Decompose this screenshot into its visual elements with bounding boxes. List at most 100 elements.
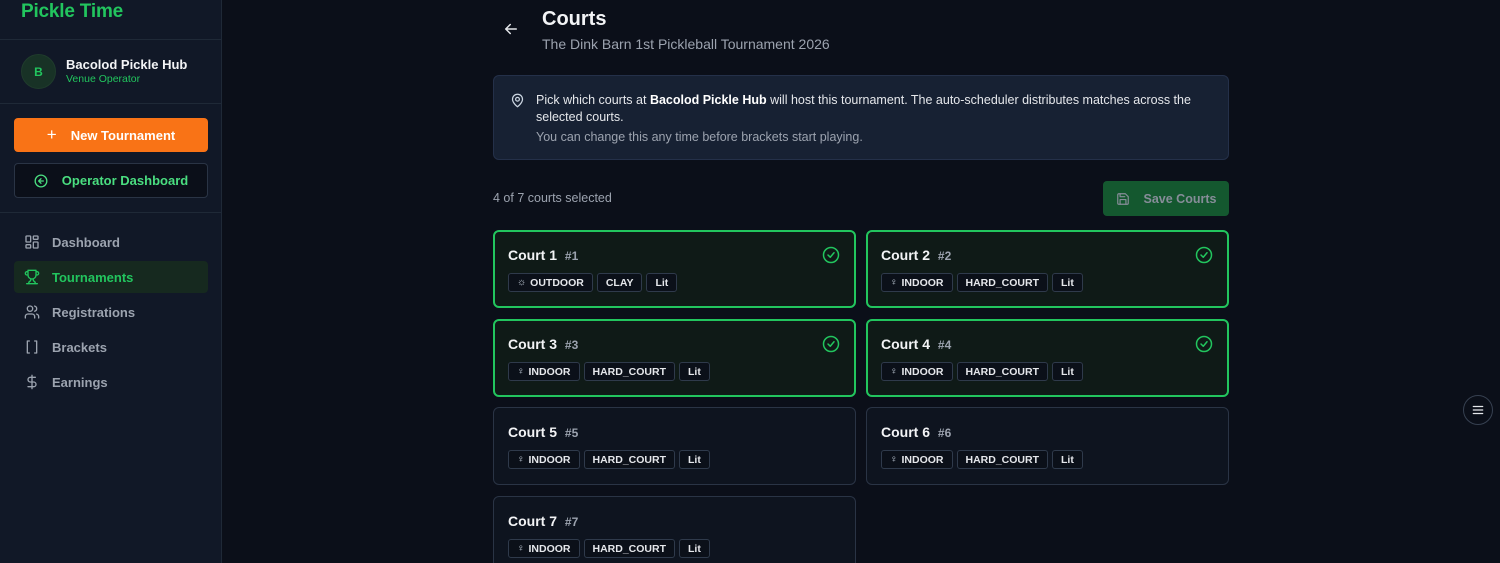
court-name: Court 7 #7 <box>508 513 579 529</box>
operator-dashboard-button[interactable]: Operator Dashboard <box>14 163 208 198</box>
menu-icon <box>1472 405 1484 415</box>
court-tag: Lit <box>679 539 710 558</box>
court-tags: ♀ INDOOR HARD_COURT Lit <box>508 362 714 381</box>
sidebar-item-label: Earnings <box>52 374 108 390</box>
court-tags: ♀ INDOOR HARD_COURT Lit <box>881 450 1087 469</box>
arrow-left-icon <box>505 23 517 35</box>
venue-role: Venue Operator <box>66 73 141 85</box>
court-card[interactable]: Court 2 #2 ♀ INDOOR HARD_COURT Lit <box>866 230 1229 308</box>
court-tag: HARD_COURT <box>583 450 675 469</box>
venue-name: Bacolod Pickle Hub <box>66 57 188 72</box>
bulb-icon: ♀ <box>517 543 525 554</box>
sidebar-item-registrations[interactable]: Registrations <box>14 296 208 328</box>
court-number: #6 <box>937 426 952 440</box>
users-icon <box>24 305 40 319</box>
court-tags: ♀ INDOOR HARD_COURT Lit <box>508 450 714 469</box>
court-tag: HARD_COURT <box>956 450 1048 469</box>
check-circle-icon <box>822 335 840 358</box>
new-tournament-label: New Tournament <box>70 127 176 143</box>
sidebar-item-brackets[interactable]: Brackets <box>14 331 208 363</box>
court-tag: ♀ INDOOR <box>881 362 953 381</box>
court-tags: ♀ INDOOR HARD_COURT Lit <box>508 539 714 558</box>
court-number: #2 <box>937 249 952 263</box>
sidebar-item-label: Tournaments <box>52 269 134 285</box>
court-tag: ☼ OUTDOOR <box>508 273 593 292</box>
court-name: Court 6 #6 <box>881 424 952 440</box>
sidebar-item-label: Registrations <box>52 304 136 320</box>
sidebar-item-earnings[interactable]: Earnings <box>14 366 208 398</box>
sidebar: Pickle Time B Bacolod Pickle Hub Venue O… <box>0 0 222 563</box>
court-number: #7 <box>564 515 579 529</box>
dashboard-icon <box>25 235 39 249</box>
trophy-icon <box>24 269 40 285</box>
court-tag: ♀ INDOOR <box>508 539 580 558</box>
court-tags: ♀ INDOOR HARD_COURT Lit <box>881 362 1087 381</box>
sidebar-item-label: Dashboard <box>52 234 120 250</box>
court-card[interactable]: Court 7 #7 ♀ INDOOR HARD_COURT Lit <box>493 496 856 563</box>
dollar-icon <box>27 374 37 390</box>
arrow-left-circle-icon <box>34 174 48 187</box>
court-card[interactable]: Court 1 #1 ☼ OUTDOOR CLAY Lit <box>493 230 856 308</box>
bulb-icon: ♀ <box>890 277 898 288</box>
court-name: Court 3 #3 <box>508 336 579 352</box>
court-tag: HARD_COURT <box>956 362 1048 381</box>
bulb-icon: ♀ <box>890 454 898 465</box>
operator-dashboard-label: Operator Dashboard <box>61 173 189 188</box>
court-name: Court 4 #4 <box>881 336 952 352</box>
court-tags: ☼ OUTDOOR CLAY Lit <box>508 273 681 292</box>
court-tag: Lit <box>679 362 710 381</box>
court-name: Court 2 #2 <box>881 247 952 263</box>
check-circle-icon <box>1195 335 1213 358</box>
court-number: #3 <box>564 338 579 352</box>
page-title: Courts <box>542 8 607 30</box>
court-tag: ♀ INDOOR <box>881 450 953 469</box>
court-number: #5 <box>564 426 579 440</box>
sidebar-item-dashboard[interactable]: Dashboard <box>14 226 208 258</box>
court-number: #4 <box>937 338 952 352</box>
court-tag: HARD_COURT <box>956 273 1048 292</box>
court-tag: ♀ INDOOR <box>881 273 953 292</box>
court-card[interactable]: Court 4 #4 ♀ INDOOR HARD_COURT Lit <box>866 319 1229 397</box>
bulb-icon: ♀ <box>517 454 525 465</box>
divider <box>0 39 221 40</box>
court-card[interactable]: Court 3 #3 ♀ INDOOR HARD_COURT Lit <box>493 319 856 397</box>
bulb-icon: ♀ <box>517 366 525 377</box>
court-card[interactable]: Court 5 #5 ♀ INDOOR HARD_COURT Lit <box>493 407 856 485</box>
info-note: You can change this any time before brac… <box>536 130 863 144</box>
court-number: #1 <box>564 249 579 263</box>
court-tag: Lit <box>679 450 710 469</box>
avatar: B <box>21 54 56 89</box>
bulb-icon: ♀ <box>890 366 898 377</box>
save-courts-button[interactable]: Save Courts <box>1103 181 1229 216</box>
court-name: Court 1 #1 <box>508 247 579 263</box>
court-tag: ♀ INDOOR <box>508 362 580 381</box>
venue-profile[interactable]: B Bacolod Pickle Hub Venue Operator <box>21 54 187 89</box>
court-tag: Lit <box>646 273 678 292</box>
selection-count: 4 of 7 courts selected <box>493 191 612 205</box>
sidebar-item-label: Brackets <box>52 339 107 355</box>
check-circle-icon <box>822 246 840 269</box>
brackets-icon <box>26 340 38 354</box>
sun-icon: ☼ <box>517 277 527 288</box>
court-tag: HARD_COURT <box>583 539 675 558</box>
court-tag: CLAY <box>596 273 643 292</box>
court-tag: Lit <box>1052 273 1083 292</box>
sidebar-item-tournaments[interactable]: Tournaments <box>14 261 208 293</box>
brand-logo[interactable]: Pickle Time <box>21 1 123 23</box>
court-tags: ♀ INDOOR HARD_COURT Lit <box>881 273 1087 292</box>
back-button[interactable] <box>502 20 520 38</box>
court-card[interactable]: Court 6 #6 ♀ INDOOR HARD_COURT Lit <box>866 407 1229 485</box>
map-pin-icon <box>511 93 524 108</box>
floating-menu-button[interactable] <box>1463 395 1493 425</box>
court-tag: HARD_COURT <box>583 362 675 381</box>
info-text: Pick which courts at Bacolod Pickle Hub … <box>536 93 1191 124</box>
divider <box>0 212 221 213</box>
plus-icon: + <box>46 125 57 144</box>
sidebar-nav: Dashboard Tournaments Registrations Brac… <box>14 226 208 401</box>
court-tag: ♀ INDOOR <box>508 450 580 469</box>
save-courts-label: Save Courts <box>1143 191 1217 206</box>
divider <box>0 103 221 104</box>
info-banner: Pick which courts at Bacolod Pickle Hub … <box>493 75 1229 160</box>
new-tournament-button[interactable]: + New Tournament <box>14 118 208 152</box>
save-icon <box>1116 192 1129 205</box>
